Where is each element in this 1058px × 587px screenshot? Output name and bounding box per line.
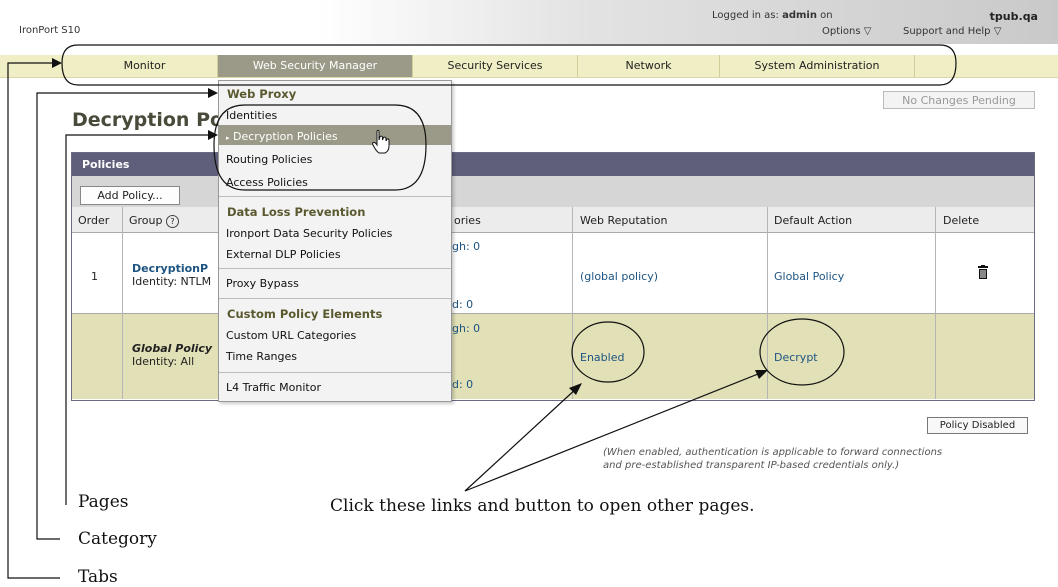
callout-click-links: Click these links and button to open oth… bbox=[330, 496, 755, 516]
callout-category: Category bbox=[78, 529, 157, 549]
callout-pages: Pages bbox=[78, 492, 129, 512]
callout-tabs: Tabs bbox=[78, 567, 118, 587]
